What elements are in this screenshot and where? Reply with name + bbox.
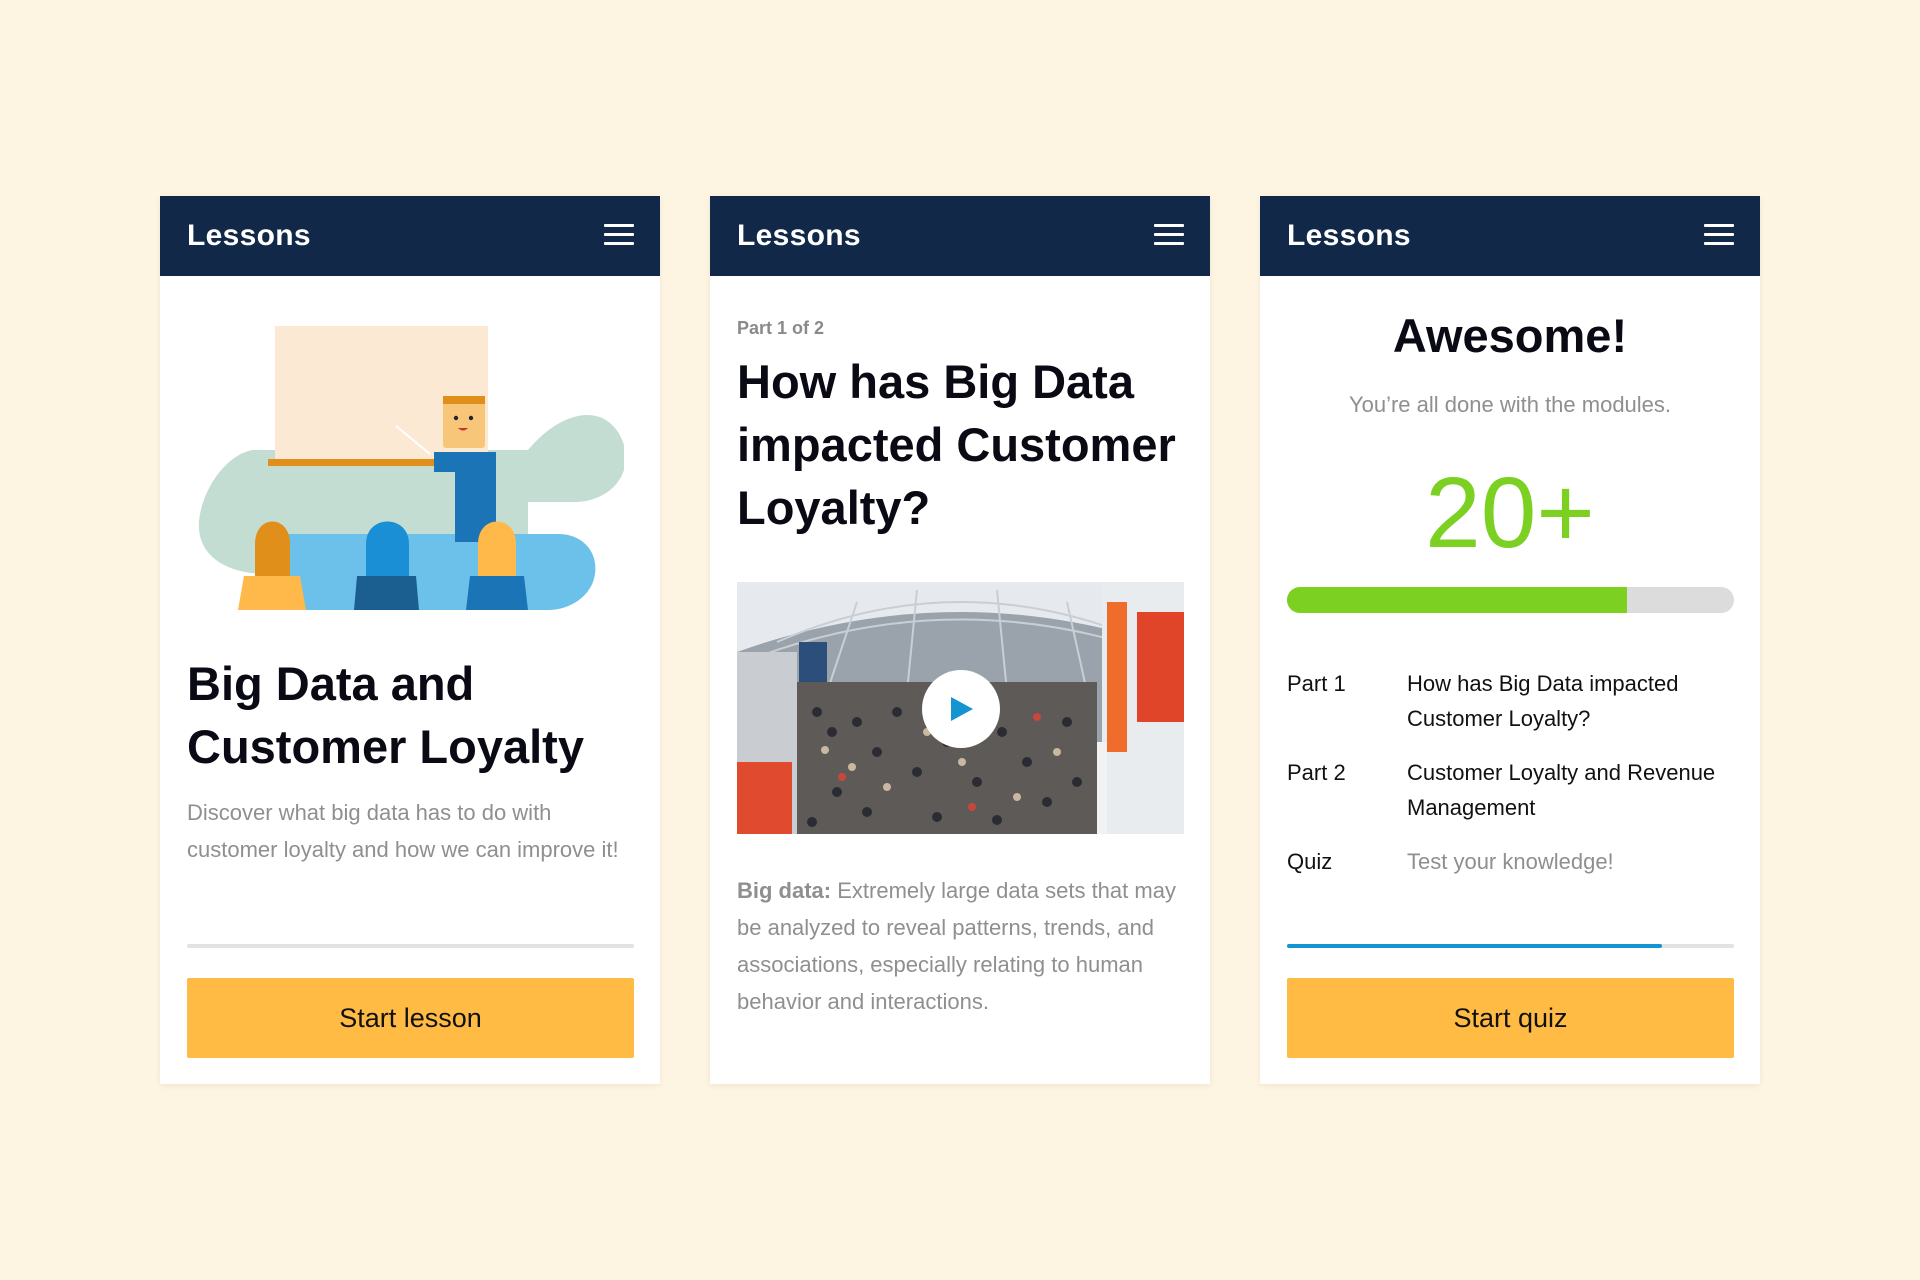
start-quiz-button[interactable]: Start quiz (1287, 978, 1734, 1058)
score-value: 20+ (1425, 457, 1595, 569)
play-icon[interactable] (922, 670, 1000, 748)
module-title: Customer Loyalty and Revenue Management (1407, 760, 1716, 820)
hamburger-menu-icon[interactable] (1704, 222, 1736, 248)
lesson-complete-screen: Lessons Awesome! You’re all done with th… (1260, 196, 1760, 1084)
module-row-part-2[interactable]: Part 2 Customer Loyalty and Revenue Mana… (1287, 755, 1737, 827)
completion-subtitle: You’re all done with the modules. (1348, 392, 1672, 417)
score-progress-bar (1287, 587, 1734, 613)
module-title: How has Big Data impacted Customer Loyal… (1407, 671, 1679, 731)
lesson-title: Big Data and Customer Loyalty (187, 657, 584, 773)
module-part-label: Quiz (1287, 849, 1333, 874)
lesson-part-screen: Lessons Part 1 of 2 How has Big Data imp… (710, 196, 1210, 1084)
module-title: Test your knowledge! (1407, 849, 1614, 874)
module-row-quiz[interactable]: Quiz Test your knowledge! (1287, 844, 1737, 880)
quiz-progress-fill (1287, 944, 1663, 948)
definition-text: Big data: Extremely large data sets that… (737, 872, 1187, 1020)
hamburger-menu-icon[interactable] (604, 222, 636, 248)
top-bar: Lessons (160, 196, 660, 276)
definition-term: Big data: (737, 878, 832, 903)
module-row-part-1[interactable]: Part 1 How has Big Data impacted Custome… (1287, 666, 1737, 738)
start-lesson-button[interactable]: Start lesson (187, 978, 634, 1058)
score-progress-fill (1287, 587, 1627, 613)
header-title: Lessons (1287, 219, 1411, 252)
lesson-progress-bar (187, 944, 634, 948)
video-player[interactable] (737, 582, 1184, 834)
hamburger-menu-icon[interactable] (1154, 222, 1186, 248)
top-bar: Lessons (710, 196, 1210, 276)
part-indicator: Part 1 of 2 (737, 318, 825, 338)
part-title: How has Big Data impacted Customer Loyal… (737, 355, 1176, 534)
classroom-teacher-illustration (198, 326, 624, 610)
header-title: Lessons (187, 219, 311, 252)
header-title: Lessons (737, 219, 861, 252)
module-part-label: Part 2 (1287, 760, 1346, 785)
lesson-intro-screen: Lessons Big Data and Customer Loyalty Di… (160, 196, 660, 1084)
module-part-label: Part 1 (1287, 671, 1346, 696)
quiz-progress-bar (1287, 944, 1734, 948)
top-bar: Lessons (1260, 196, 1760, 276)
lesson-description: Discover what big data has to do with cu… (187, 800, 619, 862)
completion-title: Awesome! (1392, 309, 1628, 362)
